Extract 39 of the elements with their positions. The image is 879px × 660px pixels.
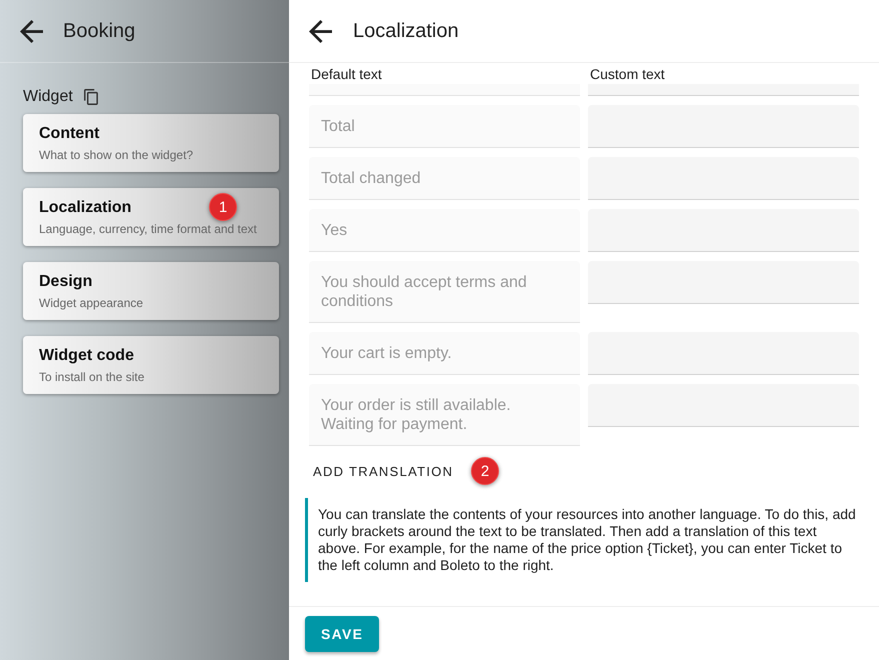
nav-card[interactable]: Widget code To install on the site xyxy=(23,336,279,394)
callout-marker: 1 xyxy=(209,193,237,221)
section-label: Widget xyxy=(23,88,73,106)
column-header: Custom text xyxy=(589,66,666,82)
custom-text-field[interactable] xyxy=(588,84,859,96)
custom-text-field[interactable] xyxy=(588,209,859,252)
custom-text-field[interactable] xyxy=(588,105,859,148)
column-header: Default text xyxy=(310,66,383,82)
default-text-field[interactable]: Total changed xyxy=(309,157,580,200)
default-text-field[interactable]: You should accept terms and conditions xyxy=(309,261,580,323)
card-subtitle: To install on the site xyxy=(39,369,144,385)
default-text-field[interactable]: Your cart is empty. xyxy=(309,332,580,375)
card-title: Localization xyxy=(39,198,132,218)
add-translation-button[interactable]: ADD TRANSLATION xyxy=(305,453,462,489)
default-text-field[interactable]: Total xyxy=(309,105,580,148)
callout-marker: 2 xyxy=(471,457,499,485)
nav-card[interactable]: Localization Language, currency, time format and text 1 xyxy=(23,188,279,246)
default-text-field[interactable]: Yes xyxy=(309,209,580,252)
copy-icon[interactable] xyxy=(84,89,98,105)
card-subtitle: Language, currency, time format and text xyxy=(39,221,257,237)
info-note: You can translate the contents of your resources into another language. To do this, add curly brackets around the text to be translated. Then add a translation of this text above. For example, for the name of the price option {Ticket}, you can enter Ticket to the left column and Boleto to the right. xyxy=(305,498,865,582)
custom-text-field[interactable] xyxy=(588,261,859,304)
nav-card[interactable]: Content What to show on the widget? xyxy=(23,114,279,172)
card-title: Content xyxy=(39,124,100,144)
panel-title: Booking xyxy=(63,20,136,42)
save-button[interactable]: SAVE xyxy=(305,616,380,652)
back-icon[interactable] xyxy=(309,20,332,42)
page-title: Localization xyxy=(353,20,459,42)
default-text-field[interactable]: Your order is still available. Waiting for payment. xyxy=(309,384,580,446)
default-text-field[interactable] xyxy=(309,84,580,96)
card-title: Widget code xyxy=(39,346,134,366)
custom-text-field[interactable] xyxy=(588,157,859,200)
card-subtitle: Widget appearance xyxy=(39,295,144,311)
nav-card[interactable]: Design Widget appearance xyxy=(23,262,279,320)
back-icon[interactable] xyxy=(20,20,43,42)
card-subtitle: What to show on the widget? xyxy=(39,147,194,163)
custom-text-field[interactable] xyxy=(588,384,859,427)
card-title: Design xyxy=(39,272,92,292)
custom-text-field[interactable] xyxy=(588,332,859,375)
